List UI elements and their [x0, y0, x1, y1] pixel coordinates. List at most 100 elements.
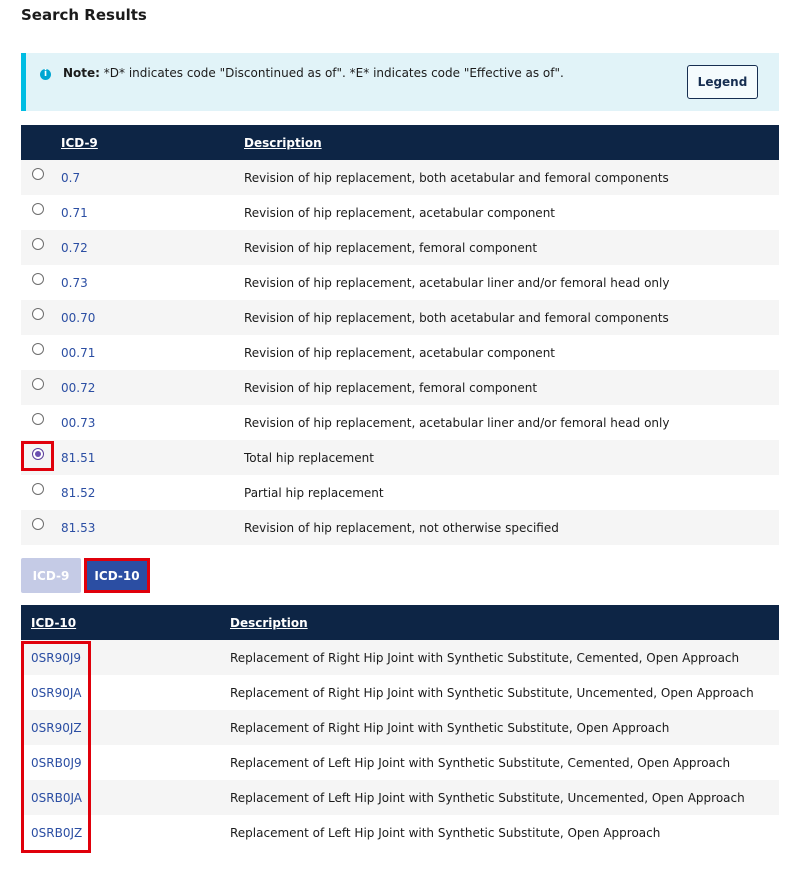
code-cell: 0.73 [61, 265, 244, 300]
code-cell: 00.71 [61, 335, 244, 370]
code-cell: 0SR90JA [21, 675, 230, 710]
icd9-code-link[interactable]: 0.7 [61, 171, 80, 185]
radio-cell [21, 405, 61, 440]
icd10-header-row: ICD-10 Description [21, 605, 779, 640]
description-cell: Revision of hip replacement, both acetab… [244, 170, 669, 185]
code-cell: 00.72 [61, 370, 244, 405]
radio-button[interactable] [32, 518, 44, 530]
description-cell: Replacement of Right Hip Joint with Synt… [230, 685, 754, 700]
radio-button[interactable] [32, 483, 44, 495]
code-cell: 0SRB0J9 [21, 745, 230, 780]
table-row: 0.71 Revision of hip replacement, acetabu… [21, 195, 779, 230]
radio-button[interactable] [32, 343, 44, 355]
icd9-code-header[interactable]: ICD-9 [61, 125, 244, 160]
code-cell: 00.73 [61, 405, 244, 440]
table-row: 00.70 Revision of hip replacement, both a… [21, 300, 779, 335]
icd9-code-link[interactable]: 00.70 [61, 311, 95, 325]
radio-cell [21, 160, 61, 195]
tab-icd10[interactable]: ICD-10 [84, 558, 150, 593]
description-cell: Revision of hip replacement, femoral com… [244, 240, 538, 255]
radio-cell [21, 510, 61, 545]
radio-cell [21, 335, 61, 370]
radio-header [21, 125, 61, 160]
code-cell: 00.70 [61, 300, 244, 335]
table-row: 0.72 Revision of hip replacement, femoral… [21, 230, 779, 265]
icd10-code-link[interactable]: 0SR90JA [31, 686, 81, 700]
icd9-code-link[interactable]: 0.72 [61, 241, 88, 255]
note-alert: i Note: *D* indicates code "Discontinued… [21, 53, 779, 111]
code-cell: 0SRB0JZ [21, 815, 230, 850]
radio-button[interactable] [32, 203, 44, 215]
icd9-code-link[interactable]: 81.51 [61, 451, 95, 465]
legend-button[interactable]: Legend [687, 65, 758, 99]
code-cell: 81.53 [61, 510, 244, 545]
icd9-code-link[interactable]: 81.53 [61, 521, 95, 535]
code-cell: 0SR90J9 [21, 640, 230, 675]
radio-button[interactable] [32, 168, 44, 180]
description-cell: Replacement of Left Hip Joint with Synth… [230, 790, 745, 805]
icd10-code-link[interactable]: 0SR90J9 [31, 651, 81, 665]
radio-cell [21, 300, 61, 335]
icd9-code-link[interactable]: 0.71 [61, 206, 88, 220]
icd10-code-header[interactable]: ICD-10 [21, 605, 230, 640]
description-cell: Revision of hip replacement, acetabular … [244, 345, 556, 360]
description-cell: Revision of hip replacement, not otherwi… [244, 520, 559, 535]
icd10-code-link[interactable]: 0SRB0J9 [31, 756, 82, 770]
radio-button[interactable] [32, 273, 44, 285]
icd9-header-row: ICD-9 Description [21, 125, 779, 160]
icd9-code-link[interactable]: 00.71 [61, 346, 95, 360]
description-cell: Replacement of Right Hip Joint with Synt… [230, 720, 670, 735]
table-row: 81.53 Revision of hip replacement, not ot… [21, 510, 779, 545]
icd9-code-link[interactable]: 00.72 [61, 381, 95, 395]
table-row: 81.52 Partial hip replacement [21, 475, 779, 510]
icd9-code-link[interactable]: 00.73 [61, 416, 95, 430]
table-row: 0SRB0J9 Replacement of Left Hip Joint wit… [21, 745, 779, 780]
table-row: 0.73 Revision of hip replacement, acetabu… [21, 265, 779, 300]
info-icon: i [40, 69, 51, 80]
code-cell: 0SRB0JA [21, 780, 230, 815]
description-cell: Replacement of Left Hip Joint with Synth… [230, 825, 661, 840]
table-row: 00.71 Revision of hip replacement, acetab… [21, 335, 779, 370]
description-cell: Revision of hip replacement, acetabular … [244, 275, 670, 290]
icd10-code-link[interactable]: 0SR90JZ [31, 721, 82, 735]
description-cell: Partial hip replacement [244, 485, 384, 500]
radio-cell [21, 230, 61, 265]
code-cell: 0.71 [61, 195, 244, 230]
tab-icd9[interactable]: ICD-9 [21, 558, 81, 593]
radio-cell [21, 265, 61, 300]
icd10-description-header[interactable]: Description [230, 605, 779, 640]
radio-cell [21, 475, 61, 510]
radio-button[interactable] [32, 378, 44, 390]
code-cell: 0SR90JZ [21, 710, 230, 745]
table-row: 00.73 Revision of hip replacement, acetab… [21, 405, 779, 440]
icd10-code-header-label[interactable]: ICD-10 [31, 616, 76, 630]
page-title: Search Results [21, 6, 147, 24]
icd10-code-link[interactable]: 0SRB0JA [31, 791, 82, 805]
table-row: 00.72 Revision of hip replacement, femora… [21, 370, 779, 405]
description-cell: Replacement of Left Hip Joint with Synth… [230, 755, 731, 770]
code-cell: 81.52 [61, 475, 244, 510]
description-cell: Replacement of Right Hip Joint with Synt… [230, 650, 740, 665]
radio-button[interactable] [32, 413, 44, 425]
code-cell: 0.72 [61, 230, 244, 265]
radio-cell [21, 370, 61, 405]
icd9-description-header[interactable]: Description [244, 125, 779, 160]
table-row: 0SRB0JZ Replacement of Left Hip Joint wit… [21, 815, 779, 850]
icd10-code-link[interactable]: 0SRB0JZ [31, 826, 82, 840]
description-cell: Total hip replacement [244, 450, 374, 465]
radio-button[interactable] [32, 238, 44, 250]
icd10-results-table: ICD-10 Description 0SR90J9 Replacement of… [21, 605, 779, 850]
icd9-results-table: ICD-9 Description 0.7 Revision of hip rep… [21, 125, 779, 545]
table-row: 0SRB0JA Replacement of Left Hip Joint wit… [21, 780, 779, 815]
table-row: 0SR90J9 Replacement of Right Hip Joint wi… [21, 640, 779, 675]
selected-radio-highlight [21, 441, 54, 471]
note-text: Note: *D* indicates code "Discontinued a… [63, 66, 564, 80]
icd9-code-link[interactable]: 0.73 [61, 276, 88, 290]
table-row: 0SR90JZ Replacement of Right Hip Joint wi… [21, 710, 779, 745]
radio-button[interactable] [32, 308, 44, 320]
note-label: Note: [63, 66, 100, 80]
description-cell: Revision of hip replacement, femoral com… [244, 380, 538, 395]
icd9-code-link[interactable]: 81.52 [61, 486, 95, 500]
note-body: *D* indicates code "Discontinued as of".… [99, 66, 564, 80]
table-row: 0SR90JA Replacement of Right Hip Joint wi… [21, 675, 779, 710]
